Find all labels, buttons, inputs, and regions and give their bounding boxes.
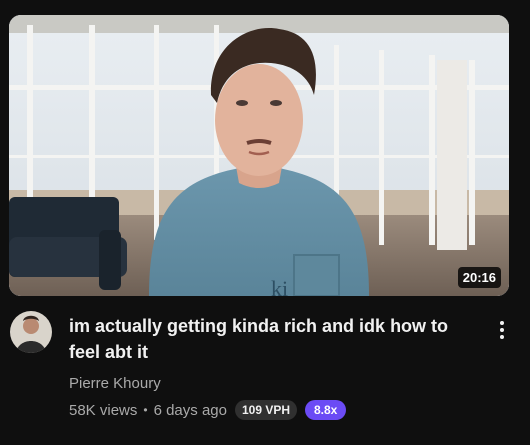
channel-name[interactable]: Pierre Khoury — [69, 375, 161, 392]
more-vertical-icon — [500, 321, 504, 325]
duration-badge: 20:16 — [457, 267, 501, 288]
video-metadata: 58K views • 6 days ago 109 VPH 8.8x — [69, 399, 347, 421]
svg-text:ki: ki — [271, 276, 288, 296]
upload-age: 6 days ago — [153, 401, 227, 419]
meta-separator: • — [143, 403, 148, 417]
video-thumbnail[interactable]: ki 20:16 — [9, 15, 509, 296]
video-card[interactable]: ki 20:16 im actually getting kinda rich … — [0, 0, 530, 445]
video-title[interactable]: im actually getting kinda rich and idk h… — [69, 313, 479, 365]
view-count: 58K views — [69, 401, 138, 419]
multiplier-badge: 8.8x — [305, 400, 347, 420]
channel-avatar[interactable] — [10, 311, 52, 353]
thumbnail-image: ki — [9, 15, 509, 296]
more-options-button[interactable] — [490, 316, 514, 344]
avatar-image — [10, 311, 52, 353]
vph-badge: 109 VPH — [234, 400, 297, 420]
